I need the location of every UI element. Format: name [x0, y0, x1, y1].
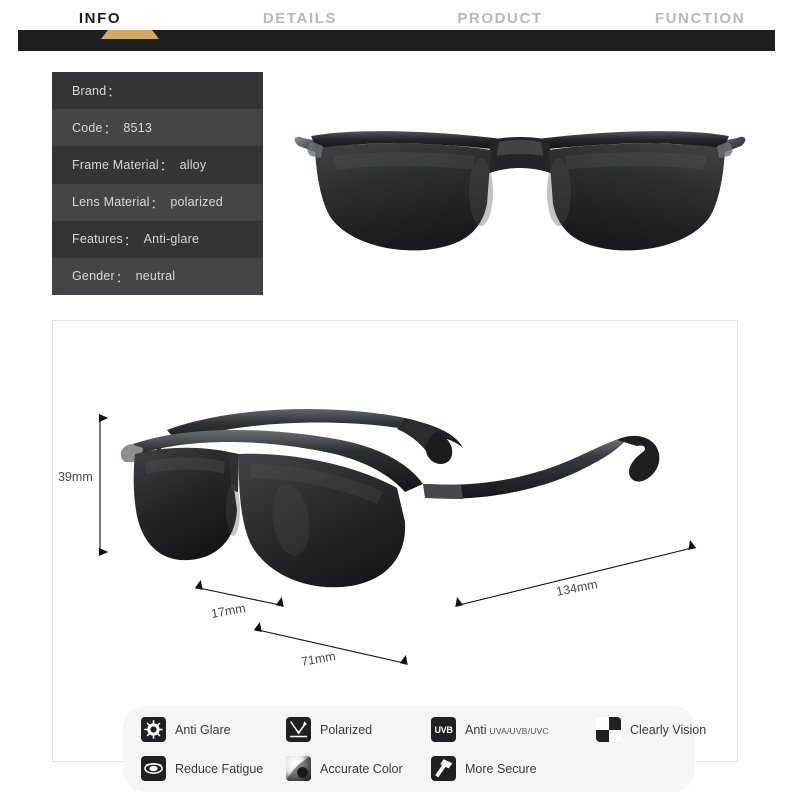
- tab-product[interactable]: PRODUCT: [400, 0, 600, 30]
- spec-label-brand: Brand: [72, 83, 107, 98]
- eye-icon: [141, 756, 166, 781]
- checker-cell-4: [608, 729, 621, 742]
- spec-value-features: Anti-glare: [143, 232, 200, 247]
- feature-anti-uv: UVB Anti UVA/UVB/UVC: [431, 717, 596, 742]
- spec-colon-frame-material: ：: [159, 159, 173, 174]
- tab-function-label: FUNCTION: [654, 9, 746, 27]
- feature-more-secure: More Secure: [431, 756, 596, 781]
- spec-value-lens-material: polarized: [170, 195, 223, 210]
- spec-row-gender: Gender ： neutral: [52, 257, 263, 295]
- spec-label-features: Features: [72, 232, 123, 247]
- feature-label-reduce-fatigue: Reduce Fatigue: [175, 761, 264, 776]
- feature-label-anti-glare: Anti Glare: [175, 722, 231, 737]
- spec-value-code: 8513: [123, 120, 152, 135]
- spec-colon-brand: ：: [107, 85, 121, 100]
- tab-details[interactable]: DETAILS: [200, 0, 400, 30]
- feature-reduce-fatigue: Reduce Fatigue: [141, 756, 286, 781]
- spec-colon-gender: ：: [115, 270, 129, 285]
- hammer-icon: [431, 756, 456, 781]
- features-panel: Anti Glare Polarized UVB Anti UVA/UVB/UVC: [123, 706, 706, 792]
- spec-label-gender: Gender: [72, 269, 115, 284]
- feature-label-more-secure: More Secure: [465, 761, 537, 776]
- tab-info[interactable]: INFO: [0, 0, 200, 30]
- feature-label-polarized: Polarized: [320, 722, 373, 737]
- dimension-label-height: 39mm: [58, 470, 93, 484]
- specification-table: Brand ： Code ： 8513 Frame Material ： all…: [52, 72, 263, 295]
- product-front-view-image: [294, 131, 746, 251]
- feature-label-accurate-color: Accurate Color: [320, 761, 403, 776]
- spec-row-brand: Brand ：: [52, 72, 263, 110]
- tab-product-label: PRODUCT: [457, 9, 543, 27]
- uvb-icon-text: UVB: [434, 724, 453, 735]
- spec-row-code: Code ： 8513: [52, 109, 263, 147]
- active-tab-indicator: [101, 30, 159, 39]
- feature-label-clearly-vision: Clearly Vision: [630, 722, 707, 737]
- spec-value-frame-material: alloy: [179, 157, 207, 172]
- spec-row-features: Features ： Anti-glare: [52, 220, 263, 258]
- feature-label-anti-uv-main: Anti: [465, 722, 487, 737]
- spec-colon-features: ：: [123, 233, 137, 248]
- checkerboard-icon: [596, 717, 621, 742]
- tab-bar: INFO DETAILS PRODUCT FUNCTION: [0, 0, 800, 52]
- tab-list: INFO DETAILS PRODUCT FUNCTION: [0, 0, 800, 30]
- spec-value-gender: neutral: [135, 269, 176, 284]
- checker-cell-3: [596, 729, 609, 742]
- uvb-badge-icon: UVB: [431, 717, 456, 742]
- spec-colon-code: ：: [103, 122, 117, 137]
- spec-row-lens-material: Lens Material ： polarized: [52, 183, 263, 221]
- tab-info-label: INFO: [78, 9, 122, 27]
- feature-anti-glare: Anti Glare: [141, 717, 286, 742]
- spec-label-frame-material: Frame Material: [72, 157, 159, 172]
- spec-label-lens-material: Lens Material: [72, 195, 150, 210]
- feature-label-anti-uv-sub: UVA/UVB/UVC: [489, 725, 549, 736]
- color-swirl-icon: [286, 756, 311, 781]
- product-angled-view-image: [120, 408, 660, 588]
- checker-cell-2: [608, 717, 621, 730]
- polarized-ray-icon: [286, 717, 311, 742]
- spec-row-frame-material: Frame Material ： alloy: [52, 146, 263, 184]
- checker-cell-1: [596, 717, 609, 730]
- tab-function[interactable]: FUNCTION: [600, 0, 800, 30]
- feature-polarized: Polarized: [286, 717, 431, 742]
- tab-details-label: DETAILS: [262, 9, 338, 27]
- feature-accurate-color: Accurate Color: [286, 756, 431, 781]
- feature-clearly-vision: Clearly Vision: [596, 717, 713, 742]
- feature-label-anti-uv: Anti UVA/UVB/UVC: [465, 723, 549, 737]
- spec-colon-lens-material: ：: [150, 196, 164, 211]
- sun-glare-icon: [141, 717, 166, 742]
- spec-label-code: Code: [72, 120, 103, 135]
